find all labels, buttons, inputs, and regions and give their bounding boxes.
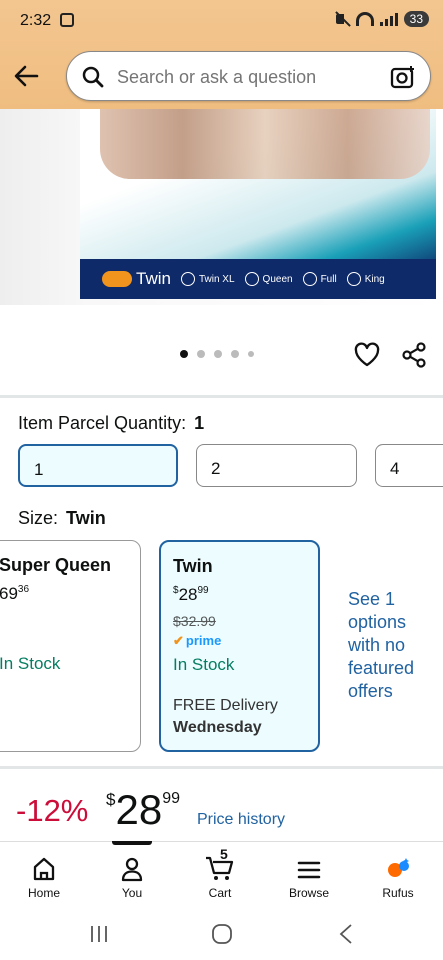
carousel-dot[interactable] [180,350,188,358]
mute-icon [334,11,350,27]
cart-icon: 5 [176,846,264,882]
size-label: Size: [18,508,59,528]
menu-icon [265,852,353,882]
status-time: 2:32 [20,12,52,29]
price-whole: 28 [115,786,163,833]
person-icon [88,852,176,882]
size-queen-chip: Queen [244,272,293,286]
card-stock: In Stock [173,655,235,674]
product-image[interactable]: Twin Twin XL Queen Full King [0,109,443,339]
size-value: Twin [66,508,106,528]
card-price: $2899 [173,585,209,604]
cart-count-badge: 5 [220,846,228,862]
home-icon [0,852,88,882]
price-history-link[interactable]: Price history [197,811,285,829]
divider [0,395,443,398]
card-list-price: $32.99 [173,613,216,629]
app-header: 2:32 33 [0,0,443,109]
size-twinxl-chip: Twin XL [180,272,235,286]
quantity-label: Item Parcel Quantity: [18,413,187,433]
size-king-chip: King [346,272,385,286]
price-fraction: 99 [162,790,180,807]
back-chevron-icon[interactable] [338,923,354,950]
search-bar[interactable] [66,51,431,101]
search-input[interactable] [115,64,375,90]
quantity-option-4[interactable]: 4 [375,444,443,487]
card-stock: In Stock [0,654,61,673]
back-arrow-icon[interactable] [12,62,40,90]
home-circle-icon[interactable] [211,923,233,950]
bottom-tab-bar: Home You 5 Cart Browse Rufus [0,841,443,907]
system-nav-bar [0,907,443,960]
tab-home[interactable]: Home [0,842,88,900]
carousel-dots[interactable] [180,350,254,358]
product-package: Twin Twin XL Queen Full King [0,109,443,305]
card-price: 6936 [0,584,30,603]
carousel-dot[interactable] [214,350,222,358]
signal-icon [379,12,398,26]
quantity-option-2[interactable]: 2 [196,444,357,487]
rufus-icon [354,852,442,882]
card-delivery-day: Wednesday [173,719,262,736]
card-name: Twin [173,556,213,576]
price-currency: $ [106,790,116,809]
quantity-option-1[interactable]: 1 [18,444,178,487]
battery-indicator: 33 [403,11,429,27]
divider [0,766,443,769]
size-twin-chip: Twin [102,269,171,289]
size-card-super-queen[interactable]: Super Queen 6936 In Stock [0,540,141,752]
recent-apps-icon[interactable] [89,925,109,948]
prime-check-icon: ✔ [173,633,184,648]
prime-badge: ✔ prime [173,633,222,648]
quantity-label-row: Item Parcel Quantity: 1 [18,413,204,434]
tab-you[interactable]: You [88,841,176,900]
camera-search-icon[interactable] [390,64,416,95]
heart-icon[interactable] [353,341,381,374]
see-options-link[interactable]: See 1 options with no featured offers [348,588,438,703]
carousel-dot[interactable] [248,351,254,357]
tab-browse[interactable]: Browse [265,842,353,900]
carousel-dot[interactable] [197,350,205,358]
main-price: $2899 [106,786,180,834]
size-full-chip: Full [302,272,337,286]
discount-percent: -12% [16,793,89,828]
card-delivery: FREE Delivery [173,697,278,714]
card-name: Super Queen [0,555,112,575]
status-bar: 2:32 33 [0,0,443,44]
quantity-value: 1 [194,413,205,433]
tab-rufus[interactable]: Rufus [354,842,442,900]
tab-cart[interactable]: 5 Cart [176,842,264,900]
wifi-icon [355,12,374,26]
size-card-twin[interactable]: Twin $2899 $32.99 ✔ prime In Stock FREE D… [159,540,320,752]
screenshot-icon [60,13,74,27]
size-strip: Twin Twin XL Queen Full King [80,259,436,299]
search-icon [81,65,105,94]
carousel-dot[interactable] [231,350,239,358]
size-label-row: Size: Twin [18,508,106,529]
share-icon[interactable] [400,341,428,374]
